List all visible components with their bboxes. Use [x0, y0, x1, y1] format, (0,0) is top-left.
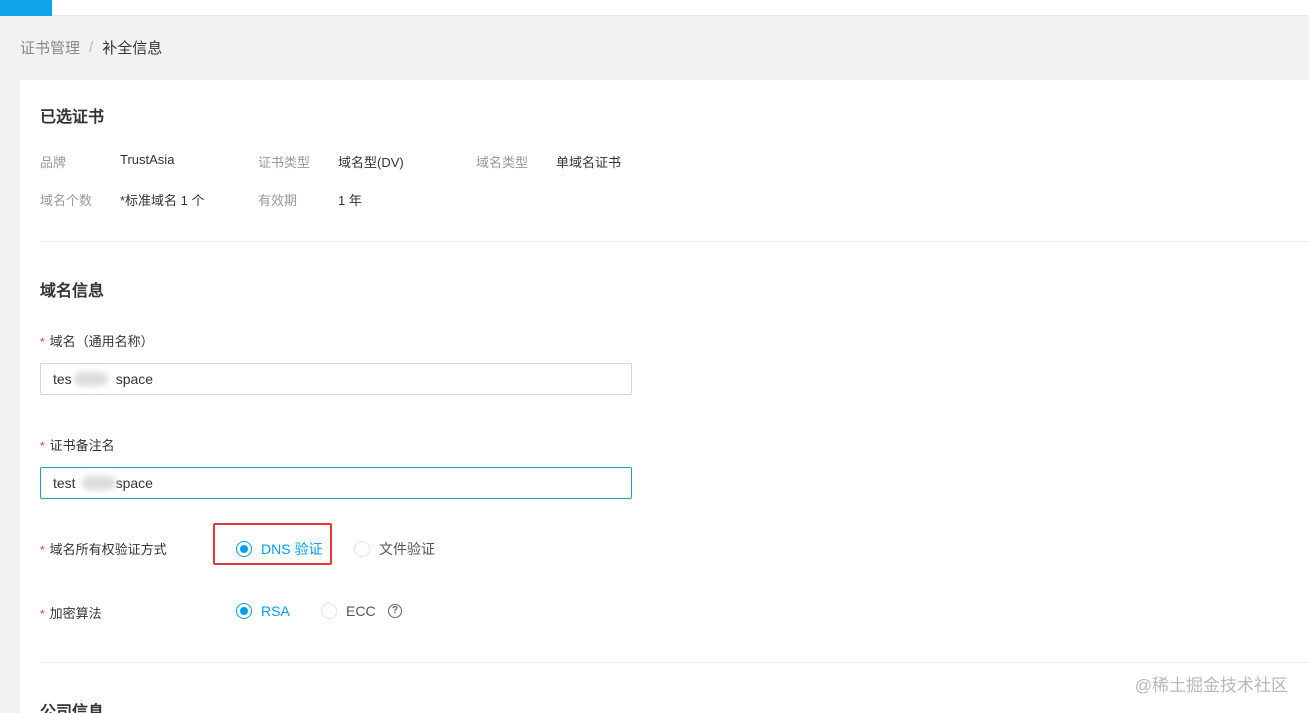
- verify-label-text: 域名所有权验证方式: [49, 542, 167, 557]
- radio-checked-icon: [236, 603, 252, 619]
- radio-unchecked-icon: [321, 603, 337, 619]
- domain-label-text: 域名（通用名称）: [49, 334, 154, 349]
- domain-info-title: 域名信息: [40, 283, 105, 300]
- validity-label: 有效期: [258, 193, 298, 208]
- breadcrumb-current: 补全信息: [102, 40, 163, 57]
- blur-mask: [81, 476, 116, 490]
- remark-input[interactable]: test space: [40, 467, 632, 499]
- divider: [40, 662, 1309, 663]
- remark-input-prefix: test: [53, 475, 76, 491]
- remark-input-suffix: space: [115, 475, 153, 491]
- required-mark: *: [40, 439, 45, 453]
- required-mark: *: [40, 335, 45, 349]
- verify-method-label: * 域名所有权验证方式: [40, 539, 167, 558]
- required-mark: *: [40, 543, 45, 557]
- domain-input-suffix: space: [115, 371, 154, 387]
- domain-input-prefix: tes: [53, 371, 72, 387]
- domain-count-value: *标准域名 1 个: [120, 193, 205, 208]
- divider: [40, 241, 1309, 242]
- breadcrumb-cert-management[interactable]: 证书管理: [20, 37, 80, 58]
- top-bar-accent: [0, 0, 52, 16]
- radio-file-label: 文件验证: [379, 541, 435, 557]
- radio-rsa[interactable]: RSA: [236, 603, 290, 619]
- remark-label-text: 证书备注名: [49, 438, 115, 453]
- top-bar: [0, 0, 1309, 16]
- question-circle-icon[interactable]: ?: [388, 604, 402, 618]
- selected-cert-title: 已选证书: [40, 109, 105, 126]
- brand-label: 品牌: [40, 155, 67, 170]
- radio-file-verify[interactable]: 文件验证: [354, 539, 435, 559]
- breadcrumb: 证书管理 / 补全信息: [20, 37, 162, 58]
- validity-value: 1 年: [338, 193, 362, 208]
- main-card: 已选证书 品牌 TrustAsia 证书类型 域名型(DV) 域名类型 单域名证…: [20, 80, 1309, 713]
- radio-ecc-label: ECC: [346, 603, 376, 619]
- brand-value: TrustAsia: [120, 152, 175, 167]
- radio-ecc[interactable]: ECC: [321, 603, 376, 619]
- cert-type-label: 证书类型: [258, 155, 311, 170]
- domain-field-label: * 域名（通用名称）: [40, 331, 154, 350]
- remark-field-label: * 证书备注名: [40, 435, 115, 454]
- blur-mask: [73, 372, 108, 386]
- cert-type-value: 域名型(DV): [338, 155, 404, 170]
- algorithm-label-text: 加密算法: [49, 606, 102, 621]
- domain-type-label: 域名类型: [476, 155, 529, 170]
- radio-rsa-label: RSA: [261, 603, 290, 619]
- radio-unchecked-icon: [354, 541, 370, 557]
- watermark: @稀土掘金技术社区: [1134, 676, 1288, 695]
- domain-count-label: 域名个数: [40, 193, 93, 208]
- required-mark: *: [40, 607, 45, 621]
- domain-type-value: 单域名证书: [556, 155, 622, 170]
- domain-input[interactable]: tes space: [40, 363, 632, 395]
- company-info-title: 公司信息: [40, 704, 105, 713]
- algorithm-label: * 加密算法: [40, 603, 102, 622]
- breadcrumb-separator: /: [89, 39, 94, 56]
- highlight-box: [213, 523, 332, 565]
